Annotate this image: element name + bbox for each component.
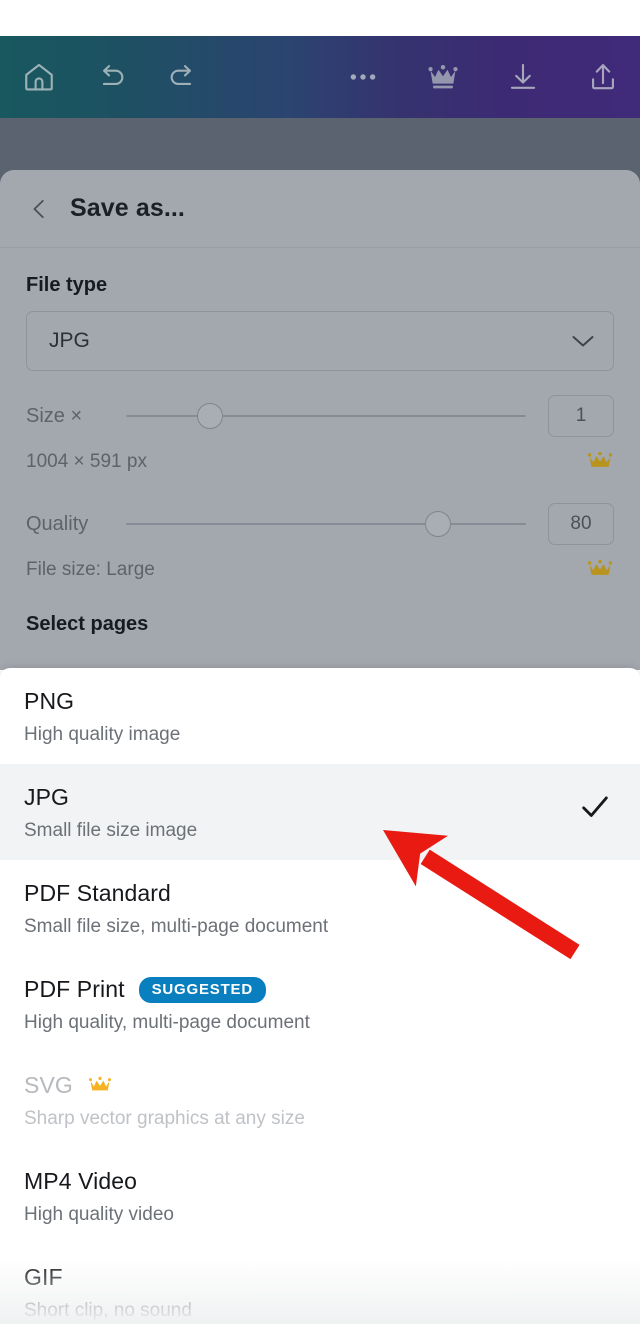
option-title: GIF	[24, 1264, 63, 1290]
option-title-line: GIF	[24, 1264, 616, 1291]
toolbar-left-group	[0, 54, 206, 100]
file-type-select[interactable]: JPG	[26, 311, 614, 371]
option-description: Small file size image	[24, 820, 198, 841]
file-type-label: File type	[26, 274, 108, 296]
option-title: PDF Print	[24, 976, 125, 1002]
option-title-line: PDF Print SUGGESTED	[24, 976, 616, 1003]
option-mp4-video[interactable]: MP4 Video High quality video	[0, 1148, 640, 1244]
option-title-line: MP4 Video	[24, 1168, 616, 1195]
status-bar	[0, 0, 640, 36]
option-title-line: JPG	[24, 784, 578, 811]
option-text: PDF Standard Small file size, multi-page …	[24, 880, 616, 938]
option-title-line: PDF Standard	[24, 880, 616, 907]
page-title: Save as...	[70, 194, 185, 222]
option-text: JPG Small file size image	[24, 784, 578, 842]
size-slider[interactable]	[126, 393, 526, 439]
share-icon[interactable]	[580, 54, 626, 100]
option-svg[interactable]: SVG Sharp vector graphics at any size	[0, 1052, 640, 1148]
size-slider-knob[interactable]	[197, 403, 223, 429]
home-icon[interactable]	[16, 54, 62, 100]
size-label: Size ×	[26, 404, 83, 427]
editor-toolbar	[0, 36, 640, 118]
download-icon[interactable]	[500, 54, 546, 100]
quality-slider-knob[interactable]	[425, 511, 451, 537]
option-description: High quality, multi-page document	[24, 1012, 310, 1033]
panel-header: Save as...	[0, 170, 640, 248]
quality-value-box[interactable]: 80	[548, 503, 614, 545]
panel-body: File type JPG Size × 1 1004 × 591 px Qua…	[0, 248, 640, 636]
option-title-line: PNG	[24, 688, 616, 715]
option-title: PDF Standard	[24, 880, 171, 906]
quality-label: Quality	[26, 512, 89, 535]
suggested-badge: SUGGESTED	[138, 976, 266, 1003]
option-gif[interactable]: GIF Short clip, no sound	[0, 1244, 640, 1324]
option-title: JPG	[24, 784, 70, 810]
quality-row: Quality 80	[26, 501, 614, 547]
more-options-icon[interactable]	[340, 54, 386, 100]
redo-icon[interactable]	[160, 54, 206, 100]
size-dimensions: 1004 × 591 px	[26, 451, 147, 472]
option-title: MP4 Video	[24, 1168, 137, 1194]
save-as-panel: Save as... File type JPG Size × 1 1004 ×…	[0, 170, 640, 670]
option-description: High quality image	[24, 724, 181, 745]
crown-icon	[586, 451, 614, 473]
option-text: PNG High quality image	[24, 688, 616, 746]
quality-subrow: File size: Large	[26, 553, 614, 587]
toolbar-right-group	[340, 54, 640, 100]
option-png[interactable]: PNG High quality image	[0, 668, 640, 764]
file-size-text: File size: Large	[26, 559, 155, 580]
crown-icon	[87, 1076, 113, 1096]
size-value-box[interactable]: 1	[548, 395, 614, 437]
option-text: GIF Short clip, no sound	[24, 1264, 616, 1322]
file-type-value: JPG	[49, 329, 90, 352]
crown-icon[interactable]	[420, 54, 466, 100]
size-subrow: 1004 × 591 px	[26, 445, 614, 479]
option-pdf-print[interactable]: PDF Print SUGGESTED High quality, multi-pa…	[0, 956, 640, 1052]
option-description: Short clip, no sound	[24, 1300, 192, 1321]
screen: Save as... File type JPG Size × 1 1004 ×…	[0, 0, 640, 1324]
option-description: Small file size, multi-page document	[24, 916, 329, 937]
undo-icon[interactable]	[88, 54, 134, 100]
size-row: Size × 1	[26, 393, 614, 439]
option-title: SVG	[24, 1072, 73, 1098]
option-jpg[interactable]: JPG Small file size image	[0, 764, 640, 860]
option-text: MP4 Video High quality video	[24, 1168, 616, 1226]
file-type-option-sheet: PNG High quality image JPG Small file size …	[0, 668, 640, 1324]
option-description: High quality video	[24, 1204, 174, 1225]
chevron-left-icon[interactable]	[26, 194, 52, 224]
quality-slider-track	[126, 523, 526, 525]
crown-icon	[586, 559, 614, 581]
option-title: PNG	[24, 688, 75, 714]
size-slider-track	[126, 415, 526, 417]
option-description: Sharp vector graphics at any size	[24, 1108, 305, 1129]
option-text: SVG Sharp vector graphics at any size	[24, 1072, 616, 1130]
option-text: PDF Print SUGGESTED High quality, multi-pa…	[24, 976, 616, 1034]
option-pdf-standard[interactable]: PDF Standard Small file size, multi-page …	[0, 860, 640, 956]
check-icon	[578, 790, 612, 824]
option-title-line: SVG	[24, 1072, 616, 1099]
chevron-down-icon	[571, 334, 595, 348]
select-pages-label: Select pages	[26, 613, 149, 635]
quality-slider[interactable]	[126, 501, 526, 547]
